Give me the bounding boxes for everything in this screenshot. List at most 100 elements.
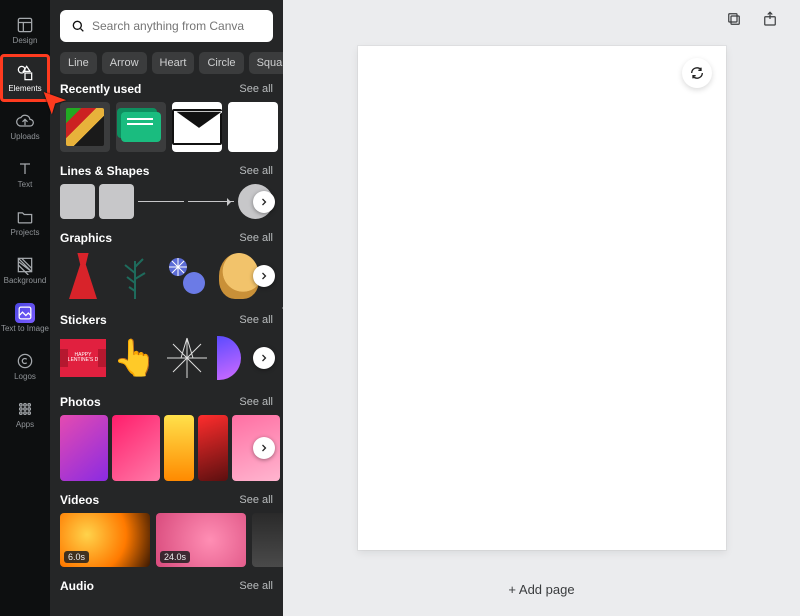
nav-text-to-image[interactable]: Text to Image xyxy=(0,294,50,342)
section-title: Stickers xyxy=(60,313,107,327)
plant-graphic-icon xyxy=(115,253,155,299)
shape-square[interactable] xyxy=(99,184,134,219)
elements-panel: Line Arrow Heart Circle Square Recently … xyxy=(50,0,283,616)
nav-logos[interactable]: Logos xyxy=(0,342,50,390)
add-page-button[interactable]: + Add page xyxy=(303,572,780,606)
shapes-icon xyxy=(15,63,35,83)
export-icon xyxy=(761,10,779,28)
nav-uploads[interactable]: Uploads xyxy=(0,102,50,150)
recent-item[interactable] xyxy=(228,102,278,152)
chip-arrow[interactable]: Arrow xyxy=(102,52,147,74)
chip-line[interactable]: Line xyxy=(60,52,97,74)
nav-projects[interactable]: Projects xyxy=(0,198,50,246)
recent-item[interactable] xyxy=(172,102,222,152)
grid-icon xyxy=(15,399,35,419)
sticker-item[interactable]: 👆 xyxy=(112,333,158,383)
duplicate-page-button[interactable] xyxy=(722,7,746,31)
section-title: Recently used xyxy=(60,82,141,96)
blob-icon xyxy=(217,336,241,380)
nav-text[interactable]: Text xyxy=(0,150,50,198)
folder-icon xyxy=(15,207,35,227)
section-graphics: Graphics See all xyxy=(50,231,283,301)
row-scroll-right[interactable] xyxy=(253,437,275,459)
see-all-link[interactable]: See all xyxy=(239,580,273,592)
sticker-item[interactable] xyxy=(164,333,210,383)
nav-background[interactable]: Background xyxy=(0,246,50,294)
nav-label: Elements xyxy=(8,85,41,93)
video-item[interactable] xyxy=(252,513,283,567)
nav-elements[interactable]: ➤ Elements xyxy=(0,54,50,102)
nav-label: Background xyxy=(4,277,47,285)
graphic-item[interactable] xyxy=(112,251,158,301)
see-all-link[interactable]: See all xyxy=(239,314,273,326)
chevron-right-icon xyxy=(258,270,270,282)
nav-label: Design xyxy=(13,37,38,45)
section-title: Audio xyxy=(60,579,94,593)
hatch-icon xyxy=(15,255,35,275)
canvas-toolbar xyxy=(283,0,800,38)
nav-apps[interactable]: Apps xyxy=(0,390,50,438)
section-title: Photos xyxy=(60,395,101,409)
search-box[interactable] xyxy=(60,10,273,42)
video-item[interactable]: 24.0s xyxy=(156,513,246,567)
see-all-link[interactable]: See all xyxy=(239,83,273,95)
burst-icon xyxy=(165,336,209,380)
search-input[interactable] xyxy=(92,19,263,33)
recent-item[interactable] xyxy=(116,102,166,152)
video-duration: 24.0s xyxy=(160,551,190,563)
shape-line[interactable] xyxy=(138,201,184,202)
page-viewport[interactable] xyxy=(283,38,800,564)
envelope-icon xyxy=(172,109,222,145)
sticker-item[interactable] xyxy=(216,333,242,383)
copy-icon xyxy=(725,10,743,28)
blank-page[interactable] xyxy=(358,46,726,550)
chip-heart[interactable]: Heart xyxy=(152,52,195,74)
section-title: Lines & Shapes xyxy=(60,164,149,178)
section-stickers: Stickers See all HAPPY VALENTINE'S DAY 👆 xyxy=(50,313,283,383)
fireworks-graphic-icon xyxy=(166,253,208,299)
photo-item[interactable] xyxy=(164,415,194,481)
graphic-item[interactable] xyxy=(164,251,210,301)
see-all-link[interactable]: See all xyxy=(239,494,273,506)
section-audio: Audio See all xyxy=(50,579,283,599)
text-icon xyxy=(15,159,35,179)
nav-rail: Design ➤ Elements Uploads Text Projects … xyxy=(0,0,50,616)
chevron-right-icon xyxy=(258,196,270,208)
section-videos: Videos See all 6.0s 24.0s xyxy=(50,493,283,567)
see-all-link[interactable]: See all xyxy=(239,165,273,177)
row-scroll-right[interactable] xyxy=(253,347,275,369)
row-scroll-right[interactable] xyxy=(253,191,275,213)
nav-label: Logos xyxy=(14,373,36,381)
pointing-hand-icon: 👆 xyxy=(113,337,158,379)
section-title: Videos xyxy=(60,493,99,507)
sticker-item[interactable]: HAPPY VALENTINE'S DAY xyxy=(60,333,106,383)
copyright-icon xyxy=(15,351,35,371)
nav-label: Uploads xyxy=(10,133,39,141)
search-icon xyxy=(70,18,86,34)
stripes-graphic-icon xyxy=(66,108,104,146)
chevron-right-icon xyxy=(258,442,270,454)
dress-graphic-icon xyxy=(69,253,97,299)
nav-design[interactable]: Design xyxy=(0,6,50,54)
graphic-item[interactable] xyxy=(60,251,106,301)
nav-label: Text to Image xyxy=(1,325,49,333)
shape-square[interactable] xyxy=(60,184,95,219)
nav-label: Text xyxy=(18,181,33,189)
photo-item[interactable] xyxy=(198,415,228,481)
photo-item[interactable] xyxy=(112,415,160,481)
see-all-link[interactable]: See all xyxy=(239,232,273,244)
row-scroll-right[interactable] xyxy=(253,265,275,287)
recent-item[interactable] xyxy=(60,102,110,152)
section-lines-shapes: Lines & Shapes See all xyxy=(50,164,283,219)
photo-item[interactable] xyxy=(60,415,108,481)
shape-arrow[interactable] xyxy=(188,201,234,202)
chip-circle[interactable]: Circle xyxy=(199,52,243,74)
see-all-link[interactable]: See all xyxy=(239,396,273,408)
nav-label: Apps xyxy=(16,421,34,429)
section-recently-used: Recently used See all xyxy=(50,82,283,152)
video-duration: 6.0s xyxy=(64,551,89,563)
video-item[interactable]: 6.0s xyxy=(60,513,150,567)
share-page-button[interactable] xyxy=(758,7,782,31)
category-chips: Line Arrow Heart Circle Square xyxy=(50,48,283,82)
refresh-button[interactable] xyxy=(682,58,712,88)
